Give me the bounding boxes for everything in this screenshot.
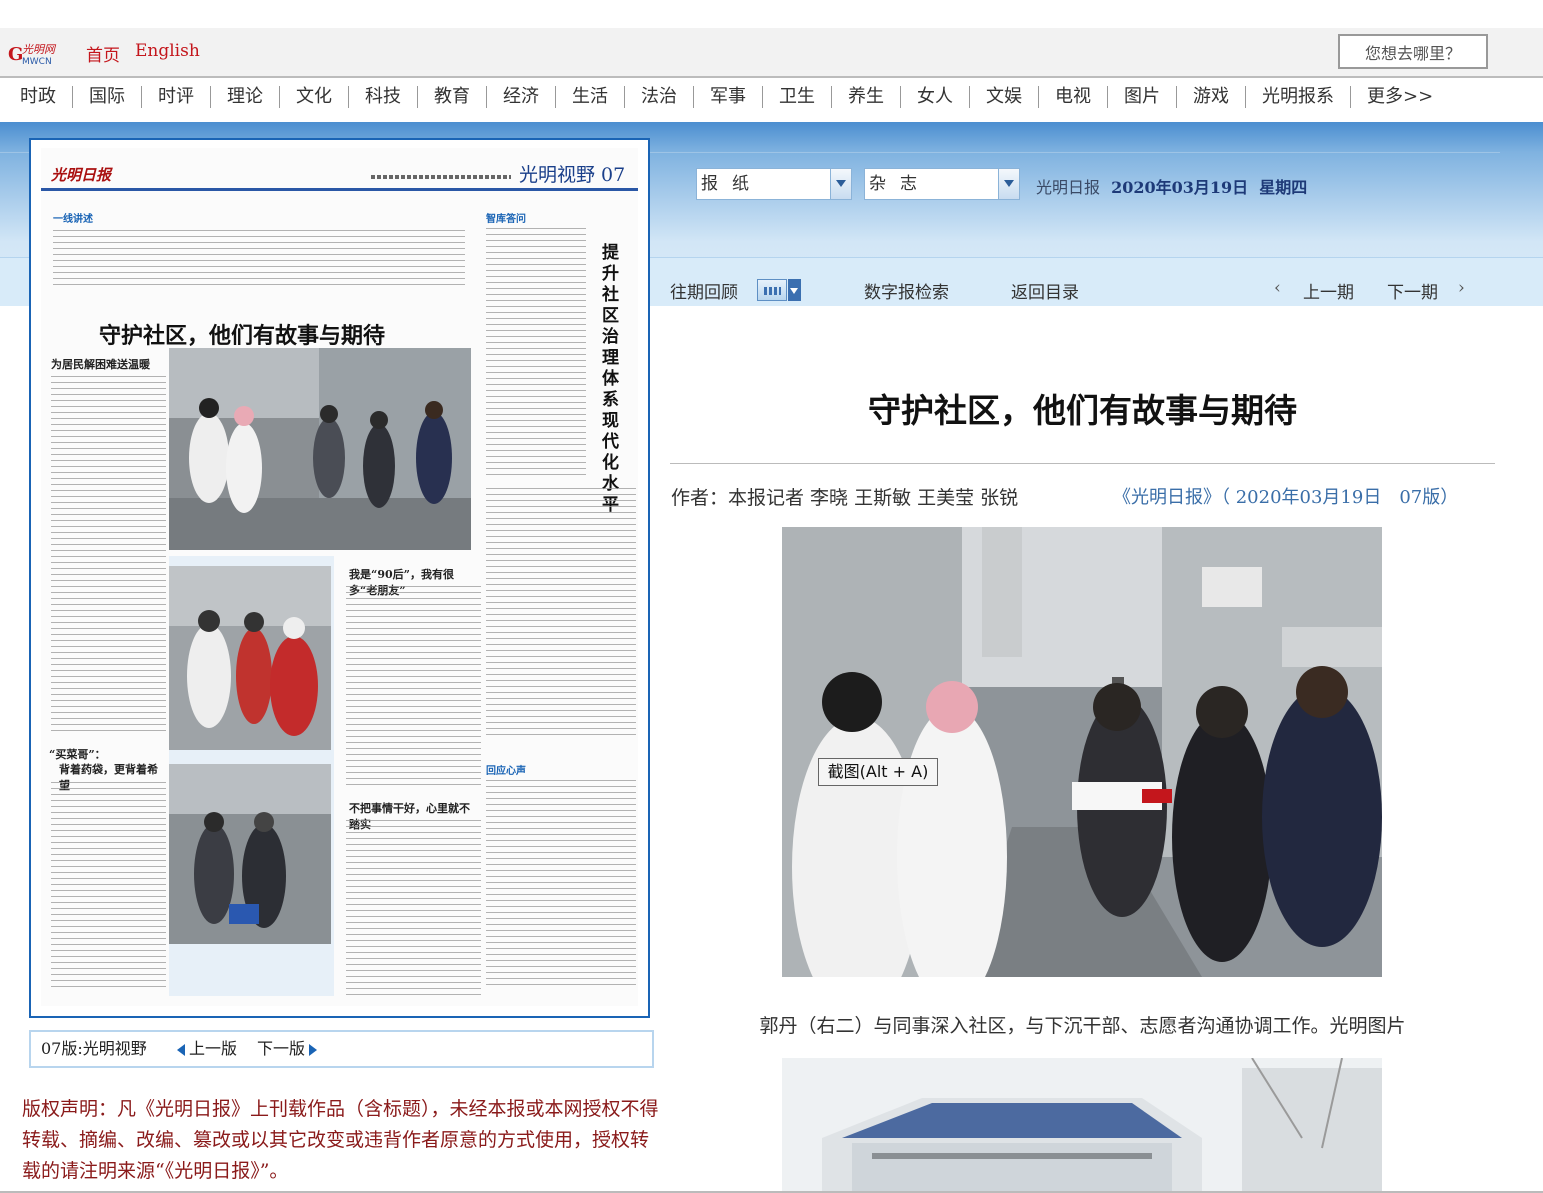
calendar-grid-icon <box>757 279 787 301</box>
back-to-index-link[interactable]: 返回目录 <box>1011 278 1079 303</box>
edition-date: 2020年03月19日 <box>1111 178 1249 197</box>
nav-item-tv[interactable]: 电视 <box>1039 86 1108 108</box>
nav-item-wellness[interactable]: 养生 <box>832 86 901 108</box>
chevron-left-icon[interactable]: ‹ <box>1274 278 1281 298</box>
next-page-label: 下一版 <box>257 1039 306 1058</box>
next-issue-link[interactable]: 下一期 <box>1387 278 1438 303</box>
column-tag-thinktank[interactable]: 智库答问 <box>486 210 526 225</box>
story-2-text[interactable] <box>346 586 481 786</box>
svg-text:MWCN: MWCN <box>22 57 52 66</box>
where-to-go-button[interactable]: 您想去哪里？ <box>1338 34 1488 69</box>
page-photo-3[interactable] <box>169 764 331 944</box>
magazine-select-value: 杂志 <box>869 174 931 194</box>
gmw-logo[interactable]: G 光明网 MWCN <box>8 40 72 66</box>
next-page-link[interactable]: 下一版 <box>257 1032 318 1066</box>
prev-issue-link[interactable]: 上一期 <box>1303 278 1354 303</box>
nav-item-international[interactable]: 国际 <box>73 86 142 108</box>
newspaper-select[interactable]: 报纸 <box>696 168 852 200</box>
prev-page-label: 上一版 <box>189 1039 238 1058</box>
nav-item-tech[interactable]: 科技 <box>349 86 418 108</box>
nav-item-pictures[interactable]: 图片 <box>1108 86 1177 108</box>
page-photo-2[interactable] <box>169 566 331 750</box>
nav-item-economy[interactable]: 经济 <box>487 86 556 108</box>
nav-item-women[interactable]: 女人 <box>901 86 970 108</box>
current-page-label[interactable]: 07版:光明视野 <box>41 1032 147 1066</box>
copyright-notice: 版权声明：凡《光明日报》上刊载作品（含标题），未经本报或本网授权不得转载、摘编、… <box>22 1098 659 1182</box>
nav-item-politics[interactable]: 时政 <box>4 86 73 108</box>
site-header: G 光明网 MWCN 首页 English 您想去哪里？ <box>0 28 1543 78</box>
chevron-down-icon[interactable] <box>998 169 1019 199</box>
nav-item-games[interactable]: 游戏 <box>1177 86 1246 108</box>
chevron-down-icon[interactable] <box>830 169 851 199</box>
arrow-right-icon <box>309 1043 318 1056</box>
article-byline: 作者：本报记者 李晓 王斯敏 王美莹 张锐 <box>671 487 1019 509</box>
newspaper-page: 光明日报 光明视野 07 一线讲述 守护社区，他们有故事与期待 为居民解困难送温暖 <box>41 148 638 1006</box>
article-photo <box>782 527 1382 977</box>
search-link[interactable]: 数字报检索 <box>864 278 949 303</box>
nav-item-entertainment[interactable]: 文娱 <box>970 86 1039 108</box>
page-section: 光明视野 07 <box>519 160 625 187</box>
story-1-text[interactable] <box>51 376 166 736</box>
page-navigation-bar: 07版:光明视野 上一版 下一版 <box>29 1030 654 1068</box>
column-tag-frontline[interactable]: 一线讲述 <box>53 210 93 225</box>
intro-text[interactable] <box>53 230 465 290</box>
arrow-left-icon <box>177 1043 185 1056</box>
story-4-text[interactable] <box>346 820 481 995</box>
nav-item-military[interactable]: 军事 <box>694 86 763 108</box>
screenshot-tooltip: 截图(Alt + A) <box>818 758 938 786</box>
nav-item-education[interactable]: 教育 <box>418 86 487 108</box>
vertical-headline[interactable]: 提升社区治理体系现代化水平 <box>602 243 628 516</box>
nav-item-culture[interactable]: 文化 <box>280 86 349 108</box>
magazine-select[interactable]: 杂志 <box>864 168 1020 200</box>
newspaper-page-view[interactable]: 光明日报 光明视野 07 一线讲述 守护社区，他们有故事与期待 为居民解困难送温暖 <box>29 138 650 1018</box>
sub-headline-3[interactable]: “买菜哥”： <box>49 746 164 762</box>
page-photo-1[interactable] <box>169 348 471 550</box>
nav-item-health[interactable]: 卫生 <box>763 86 832 108</box>
archive-link[interactable]: 往期回顾 <box>670 278 738 303</box>
nav-item-law[interactable]: 法治 <box>625 86 694 108</box>
qa-text-1[interactable] <box>486 228 586 478</box>
nav-item-life[interactable]: 生活 <box>556 86 625 108</box>
edition-weekday: 星期四 <box>1259 178 1308 197</box>
edition-info: 光明日报 2020年03月19日 星期四 <box>1036 174 1307 198</box>
nav-item-commentary[interactable]: 时评 <box>142 86 211 108</box>
article-photo-2 <box>782 1058 1382 1193</box>
article-title: 守护社区，他们有故事与期待 <box>868 391 1297 430</box>
sub-headline-1[interactable]: 为居民解困难送温暖 <box>51 356 166 372</box>
page-headline[interactable]: 守护社区，他们有故事与期待 <box>99 318 385 350</box>
page-masthead: 光明日报 光明视野 07 <box>41 148 638 191</box>
qa-text-2[interactable] <box>486 488 636 738</box>
chevron-right-icon[interactable]: › <box>1458 278 1465 298</box>
page-number: 07 <box>601 164 626 186</box>
dateline <box>371 175 511 179</box>
svg-text:光明网: 光明网 <box>22 43 57 56</box>
photo-caption: 郭丹（右二）与同事深入社区，与下沉干部、志愿者沟通协调工作。光明图片 <box>759 1015 1406 1037</box>
qa-text-3[interactable] <box>486 780 636 990</box>
home-link[interactable]: 首页 <box>86 41 120 66</box>
paper-name: 光明日报 <box>1036 178 1101 197</box>
title-divider <box>670 463 1495 464</box>
english-link[interactable]: English <box>135 41 200 61</box>
calendar-picker-icon[interactable] <box>757 279 801 301</box>
newspaper-select-value: 报纸 <box>701 174 763 194</box>
calendar-dropdown-icon <box>788 279 801 301</box>
story-3-text[interactable] <box>51 782 166 992</box>
prev-page-link[interactable]: 上一版 <box>177 1032 237 1066</box>
nav-item-theory[interactable]: 理论 <box>211 86 280 108</box>
masthead-logo: 光明日报 <box>51 166 112 184</box>
article-source-link[interactable]: 《光明日报》（ 2020年03月19日 07版） <box>1113 483 1458 509</box>
nav-item-more[interactable]: 更多>> <box>1351 86 1449 108</box>
section-name: 光明视野 <box>519 164 596 186</box>
channel-nav: 时政 国际 时评 理论 文化 科技 教育 经济 生活 法治 军事 卫生 养生 女… <box>0 78 1543 122</box>
column-tag-response[interactable]: 回应心声 <box>486 762 526 777</box>
nav-item-gmw-papers[interactable]: 光明报系 <box>1246 86 1351 108</box>
